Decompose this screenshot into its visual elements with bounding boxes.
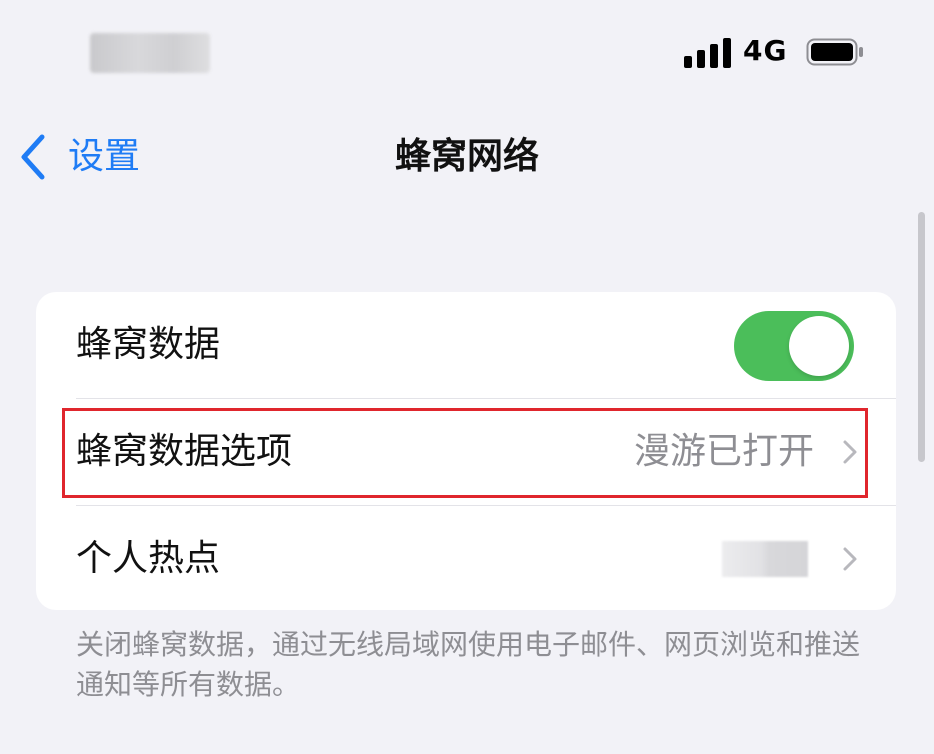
toggle-knob <box>789 316 849 376</box>
screen: 4G 设置 蜂窝网络 蜂窝数据 蜂窝数据选项 漫游已打开 个人热点 关闭蜂窝数据… <box>0 0 934 754</box>
cellular-data-toggle[interactable] <box>734 311 854 381</box>
chevron-right-icon <box>843 440 857 464</box>
status-time-redacted <box>90 33 210 73</box>
cellular-data-options-row[interactable]: 蜂窝数据选项 漫游已打开 <box>36 399 896 505</box>
network-type: 4G <box>743 34 788 67</box>
cellular-data-options-label: 蜂窝数据选项 <box>76 431 293 472</box>
cellular-data-footnote: 关闭蜂窝数据，通过无线局域网使用电子邮件、网页浏览和推送通知等所有数据。 <box>76 628 861 701</box>
cellular-data-label: 蜂窝数据 <box>76 324 221 365</box>
settings-group: 蜂窝数据 蜂窝数据选项 漫游已打开 个人热点 <box>36 292 896 610</box>
personal-hotspot-label: 个人热点 <box>76 538 221 579</box>
signal-icon <box>684 38 732 68</box>
personal-hotspot-row[interactable]: 个人热点 <box>36 506 896 610</box>
chevron-right-icon <box>843 547 857 571</box>
hotspot-value-redacted <box>722 541 808 577</box>
roaming-status-value: 漫游已打开 <box>633 431 814 472</box>
scroll-indicator[interactable] <box>918 212 925 462</box>
page-title: 蜂窝网络 <box>394 136 539 177</box>
battery-icon <box>806 38 863 66</box>
cellular-data-row: 蜂窝数据 <box>36 292 896 398</box>
